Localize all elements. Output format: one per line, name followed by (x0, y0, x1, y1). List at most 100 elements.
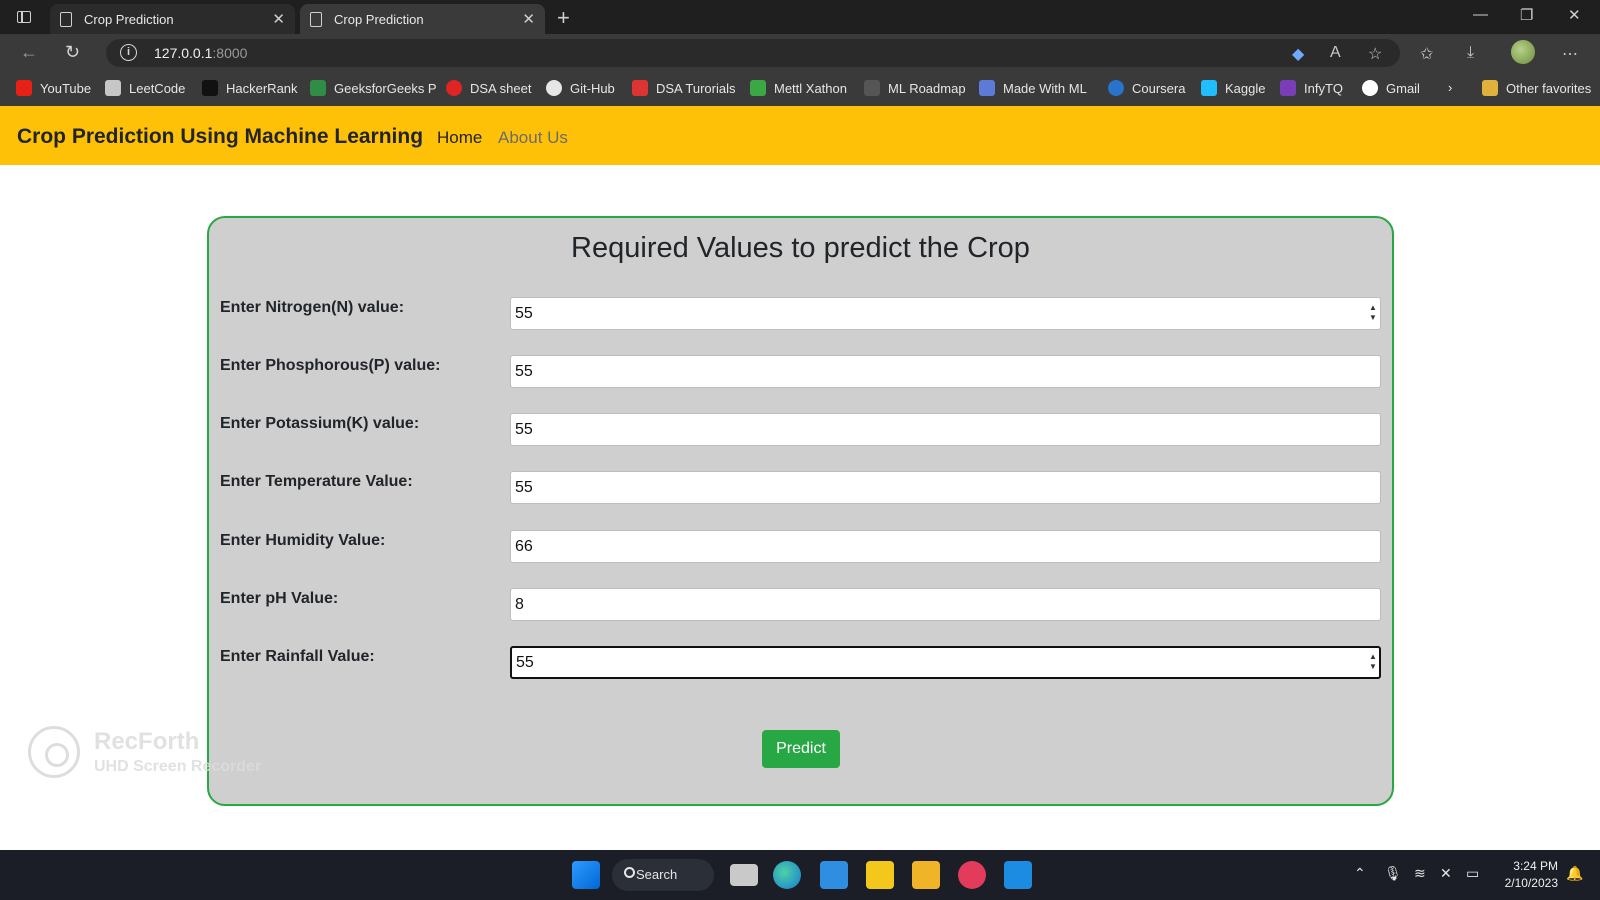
form-row-nitrogen: Enter Nitrogen(N) value: ▲▼ (209, 297, 1392, 331)
hackerrank-icon (202, 80, 218, 96)
bookmarks-bar: YouTube LeetCode HackerRank GeeksforGeek… (0, 72, 1600, 106)
vscode-icon[interactable] (1004, 861, 1032, 889)
number-spinner-icon[interactable]: ▲ ▼ (1369, 303, 1377, 323)
close-window-icon[interactable]: ✕ (1568, 6, 1581, 24)
gmail-icon (1362, 80, 1378, 96)
page-icon (310, 11, 322, 27)
site-navbar: Crop Prediction Using Machine Learning H… (0, 106, 1600, 165)
humidity-label: Enter Humidity Value: (220, 532, 386, 549)
close-tab-icon[interactable]: ✕ (272, 10, 285, 28)
screen-recorder-icon[interactable] (958, 861, 986, 889)
leetcode-icon (105, 80, 121, 96)
bookmark-github[interactable]: Git-Hub (546, 80, 615, 96)
search-icon (624, 867, 635, 878)
bookmark-made-with-ml[interactable]: Made With ML (979, 80, 1087, 96)
minimize-icon[interactable]: — (1473, 6, 1488, 23)
form-row-phosphorous: Enter Phosphorous(P) value: (209, 355, 1392, 389)
bookmark-infytq[interactable]: InfyTQ (1280, 80, 1343, 96)
wifi-icon[interactable]: ≋ (1414, 865, 1426, 882)
taskbar-clock[interactable]: 3:24 PM 2/10/2023 (1496, 858, 1558, 892)
geeksforgeeks-icon (310, 80, 326, 96)
file-explorer-icon[interactable] (912, 861, 940, 889)
battery-icon[interactable]: ▭ (1466, 865, 1479, 882)
notifications-icon[interactable]: 🔔 (1566, 865, 1583, 882)
bookmark-youtube[interactable]: YouTube (16, 80, 91, 96)
bookmark-dsa-tutorials[interactable]: DSA Turorials (632, 80, 735, 96)
close-tab-icon[interactable]: ✕ (522, 10, 535, 28)
folder-icon (1482, 80, 1498, 96)
tab-title: Crop Prediction (84, 11, 174, 27)
mail-icon[interactable] (820, 861, 848, 889)
bookmark-coursera[interactable]: Coursera (1108, 80, 1185, 96)
nitrogen-label: Enter Nitrogen(N) value: (220, 299, 405, 316)
browser-tab-1[interactable]: Crop Prediction ✕ (50, 4, 295, 34)
read-aloud-icon[interactable]: A (1330, 44, 1341, 62)
number-spinner-icon[interactable]: ▲ ▼ (1369, 652, 1377, 672)
ph-input[interactable] (510, 588, 1381, 621)
dsa-sheet-icon (446, 80, 462, 96)
reload-icon[interactable]: ↻ (65, 42, 80, 63)
edge-browser-icon[interactable] (773, 861, 801, 889)
form-row-ph: Enter pH Value: (209, 588, 1392, 622)
bookmark-mettl[interactable]: Mettl Xathon (750, 80, 847, 96)
site-brand[interactable]: Crop Prediction Using Machine Learning (17, 125, 423, 149)
address-bar-row: ← ↻ i 127.0.0.1:8000 ◆ A ☆ ✩ ⤓ ⋯ (0, 34, 1600, 72)
form-row-potassium: Enter Potassium(K) value: (209, 413, 1392, 447)
site-info-icon[interactable]: i (120, 44, 137, 61)
predict-button[interactable]: Predict (762, 730, 840, 768)
url-text[interactable]: 127.0.0.1:8000 (154, 45, 247, 61)
form-row-temperature: Enter Temperature Value: (209, 471, 1392, 505)
tab-title: Crop Prediction (334, 11, 424, 27)
favorites-icon[interactable]: ✩ (1420, 44, 1433, 64)
bookmark-geeksforgeeks[interactable]: GeeksforGeeks P (310, 80, 437, 96)
dsa-tutorials-icon (632, 80, 648, 96)
bookmark-ml-roadmap[interactable]: ML Roadmap (864, 80, 966, 96)
start-icon[interactable] (572, 861, 600, 889)
clock-date: 2/10/2023 (1504, 876, 1558, 890)
recorder-logo-icon (28, 726, 80, 778)
more-menu-icon[interactable]: ⋯ (1562, 44, 1578, 64)
tab-actions-icon[interactable] (12, 6, 36, 28)
temperature-label: Enter Temperature Value: (220, 473, 413, 490)
watermark-title: RecForth (94, 728, 200, 755)
phosphorous-input[interactable] (510, 355, 1381, 388)
potassium-label: Enter Potassium(K) value: (220, 415, 420, 432)
microphone-icon[interactable]: 🎙 (1384, 865, 1402, 882)
rainfall-label: Enter Rainfall Value: (220, 648, 375, 665)
bookmark-gmail[interactable]: Gmail (1362, 80, 1420, 96)
kaggle-icon (1201, 80, 1217, 96)
address-bar[interactable]: i 127.0.0.1:8000 (106, 39, 1400, 67)
infytq-icon (1280, 80, 1296, 96)
made-with-ml-icon (979, 80, 995, 96)
humidity-input[interactable] (510, 530, 1381, 563)
ml-roadmap-icon (864, 80, 880, 96)
show-hidden-icons-chevron-icon[interactable]: ⌃ (1354, 865, 1366, 882)
sticky-notes-icon[interactable] (866, 861, 894, 889)
bookmark-hackerrank[interactable]: HackerRank (202, 80, 298, 96)
form-row-humidity: Enter Humidity Value: (209, 530, 1392, 564)
bookmark-leetcode[interactable]: LeetCode (105, 80, 185, 96)
new-tab-icon[interactable]: + (557, 5, 570, 31)
add-favorite-icon[interactable]: ☆ (1368, 44, 1382, 64)
volume-muted-icon[interactable]: ✕ (1440, 865, 1452, 882)
bookmark-dsa-sheet[interactable]: DSA sheet (446, 80, 531, 96)
phosphorous-label: Enter Phosphorous(P) value: (220, 357, 441, 374)
browser-tab-2[interactable]: Crop Prediction ✕ (300, 4, 545, 34)
bookmark-kaggle[interactable]: Kaggle (1201, 80, 1265, 96)
nav-link-about-us[interactable]: About Us (498, 128, 568, 148)
potassium-input[interactable] (510, 413, 1381, 446)
rainfall-input[interactable] (510, 646, 1381, 679)
nitrogen-input[interactable] (510, 297, 1381, 330)
prediction-form-card: Required Values to predict the Crop Ente… (207, 216, 1394, 806)
other-favorites[interactable]: Other favorites (1482, 80, 1591, 96)
profile-avatar[interactable] (1511, 40, 1535, 64)
task-view-icon[interactable] (730, 864, 758, 886)
downloads-icon[interactable]: ⤓ (1467, 44, 1474, 62)
back-icon[interactable]: ← (20, 42, 38, 63)
temperature-input[interactable] (510, 471, 1381, 504)
nav-link-home[interactable]: Home (437, 128, 482, 148)
restore-icon[interactable]: ❐ (1520, 6, 1533, 24)
extension-icon[interactable]: ◆ (1292, 44, 1304, 64)
taskbar-search[interactable]: Search (612, 859, 714, 891)
bookmarks-overflow-chevron-icon[interactable]: › (1448, 80, 1452, 95)
